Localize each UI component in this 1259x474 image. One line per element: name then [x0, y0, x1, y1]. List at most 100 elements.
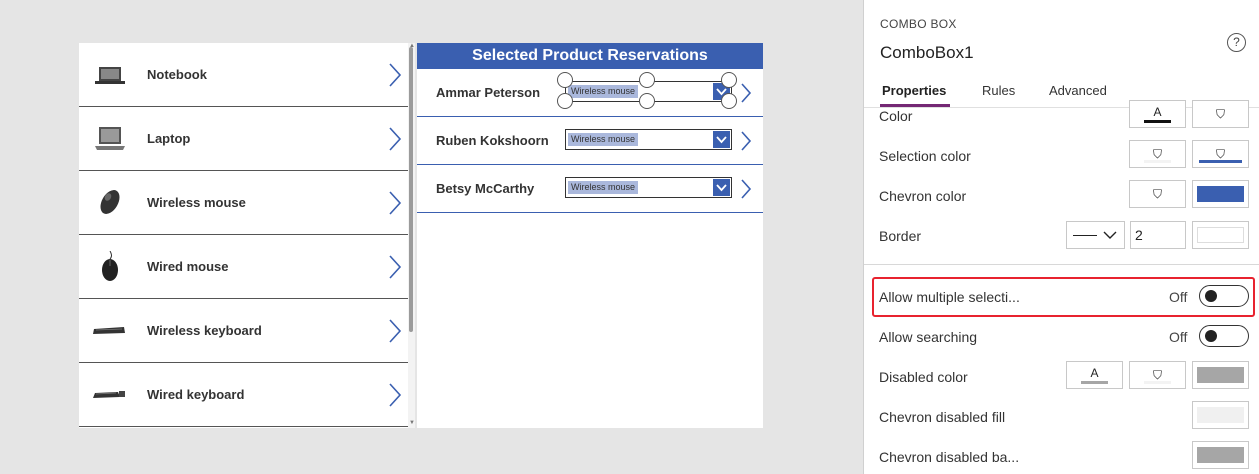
control-name[interactable]: ComboBox1: [880, 43, 974, 63]
chevron-fill-picker[interactable]: [1192, 180, 1249, 208]
allow-multiple-toggle[interactable]: [1199, 285, 1249, 307]
scrollbar-thumb[interactable]: [409, 47, 413, 332]
selection-color-fill-picker[interactable]: ⛉: [1192, 140, 1249, 168]
color-bar: [1199, 160, 1242, 163]
resize-handle[interactable]: [639, 93, 655, 109]
combo-box[interactable]: Wireless mouse: [565, 177, 732, 198]
reservation-row[interactable]: Betsy McCarthy Wireless mouse: [417, 165, 763, 213]
allow-multiple-selection-label: Allow multiple selecti...: [879, 289, 1020, 305]
selection-color-text-picker[interactable]: ⛉: [1129, 140, 1186, 168]
chevron-right-icon[interactable]: [387, 61, 403, 89]
allow-multiple-state: Off: [1169, 289, 1188, 305]
gallery-item-label: Laptop: [147, 131, 191, 146]
combo-selected-item[interactable]: Wireless mouse: [568, 181, 639, 194]
chevron-right-icon[interactable]: [387, 189, 403, 217]
color-fill: [1197, 227, 1244, 243]
gallery-item-laptop[interactable]: Laptop: [79, 107, 409, 171]
wired-mouse-icon: [102, 251, 118, 281]
color-bar: [1144, 160, 1171, 163]
wireless-mouse-icon: [100, 190, 120, 214]
gallery-scrollbar[interactable]: ▲ ▼: [408, 43, 415, 428]
chevron-color-picker[interactable]: ⛉: [1129, 180, 1186, 208]
chevron-down-icon: [1103, 231, 1117, 239]
tab-properties[interactable]: Properties: [882, 83, 946, 98]
disabled-fill-picker[interactable]: [1192, 361, 1249, 389]
chevron-right-icon[interactable]: [739, 129, 753, 153]
gallery-item-label: Notebook: [147, 67, 207, 82]
chevron-disabled-fill-picker[interactable]: [1192, 401, 1249, 429]
properties-pane: COMBO BOX ComboBox1 ? Properties Rules A…: [863, 0, 1259, 474]
chevron-disabled-fill-label: Chevron disabled fill: [879, 409, 1006, 425]
gallery-item-label: Wired mouse: [147, 259, 229, 274]
resize-handle[interactable]: [721, 93, 737, 109]
reservation-name: Ammar Peterson: [436, 85, 541, 100]
reservation-name: Betsy McCarthy: [436, 181, 535, 196]
chevron-right-icon[interactable]: [387, 253, 403, 281]
scroll-down-icon[interactable]: ▼: [409, 420, 415, 426]
chevron-color-label: Chevron color: [879, 188, 967, 204]
chevron-right-icon[interactable]: [387, 381, 403, 409]
notebook-icon: [95, 67, 125, 84]
gallery-item-label: Wireless keyboard: [147, 323, 262, 338]
gallery-item-wireless-mouse[interactable]: Wireless mouse: [79, 171, 409, 235]
resize-handle[interactable]: [557, 93, 573, 109]
help-icon[interactable]: ?: [1227, 33, 1246, 52]
wireless-keyboard-icon: [93, 327, 125, 334]
color-bar: [1081, 381, 1108, 384]
chevron-right-icon[interactable]: [739, 177, 753, 201]
combo-selected-item[interactable]: Wireless mouse: [568, 133, 639, 146]
chevron-right-icon[interactable]: [387, 125, 403, 153]
toggle-knob: [1205, 330, 1217, 342]
paint-bucket-icon: ⛉: [1152, 187, 1162, 201]
reservation-row[interactable]: Ammar Peterson Wireless mouse: [417, 69, 763, 117]
laptop-icon: [95, 127, 125, 150]
border-style-dropdown[interactable]: [1066, 221, 1125, 249]
disabled-border-color-picker[interactable]: ⛉: [1129, 361, 1186, 389]
allow-searching-state: Off: [1169, 329, 1188, 345]
allow-searching-label: Allow searching: [879, 329, 978, 345]
toggle-knob: [1205, 290, 1217, 302]
color-fill-picker[interactable]: ⛉: [1192, 100, 1249, 128]
chevron-right-icon[interactable]: [387, 317, 403, 345]
disabled-color-label: Disabled color: [879, 369, 968, 385]
resize-handle[interactable]: [557, 72, 573, 88]
selection-color-label: Selection color: [879, 148, 971, 164]
color-fill: [1197, 447, 1244, 463]
border-color-picker[interactable]: [1192, 221, 1249, 249]
gallery-item-wireless-keyboard[interactable]: Wireless keyboard: [79, 299, 409, 363]
reservations-title: Selected Product Reservations: [417, 43, 763, 69]
wired-keyboard-icon: [93, 391, 125, 398]
disabled-text-color-picker[interactable]: A: [1066, 361, 1123, 389]
divider: [864, 264, 1259, 265]
text-color-icon: A: [1090, 366, 1099, 380]
combo-box[interactable]: Wireless mouse: [565, 129, 732, 150]
color-fill: [1197, 186, 1244, 202]
allow-searching-toggle[interactable]: [1199, 325, 1249, 347]
chevron-disabled-background-label: Chevron disabled ba...: [879, 449, 1020, 465]
control-type-label: COMBO BOX: [880, 17, 957, 31]
color-text-picker[interactable]: A: [1129, 100, 1186, 128]
color-bar: [1144, 381, 1171, 384]
gallery-item-wired-keyboard[interactable]: Wired keyboard: [79, 363, 409, 427]
border-label: Border: [879, 228, 922, 244]
product-gallery: Notebook Laptop Wireless mouse Wired mou…: [79, 43, 415, 428]
border-width-input[interactable]: 2: [1130, 221, 1186, 249]
gallery-item-notebook[interactable]: Notebook: [79, 43, 409, 107]
chevron-down-icon[interactable]: [713, 131, 730, 148]
chevron-right-icon[interactable]: [739, 81, 753, 105]
gallery-item-wired-mouse[interactable]: Wired mouse: [79, 235, 409, 299]
color-label: Color: [879, 108, 913, 124]
color-bar: [1144, 120, 1171, 123]
gallery-item-label: Wireless mouse: [147, 195, 246, 210]
chevron-down-icon[interactable]: [713, 179, 730, 196]
resize-handle[interactable]: [721, 72, 737, 88]
tab-advanced[interactable]: Advanced: [1049, 83, 1107, 98]
combo-selected-item[interactable]: Wireless mouse: [568, 85, 639, 98]
paint-bucket-icon: ⛉: [1215, 107, 1225, 121]
reservation-row[interactable]: Ruben Kokshoorn Wireless mouse: [417, 117, 763, 165]
tab-rules[interactable]: Rules: [982, 83, 1015, 98]
resize-handle[interactable]: [639, 72, 655, 88]
text-color-icon: A: [1153, 105, 1162, 119]
chevron-disabled-background-picker[interactable]: [1192, 441, 1249, 469]
reservation-name: Ruben Kokshoorn: [436, 133, 549, 148]
